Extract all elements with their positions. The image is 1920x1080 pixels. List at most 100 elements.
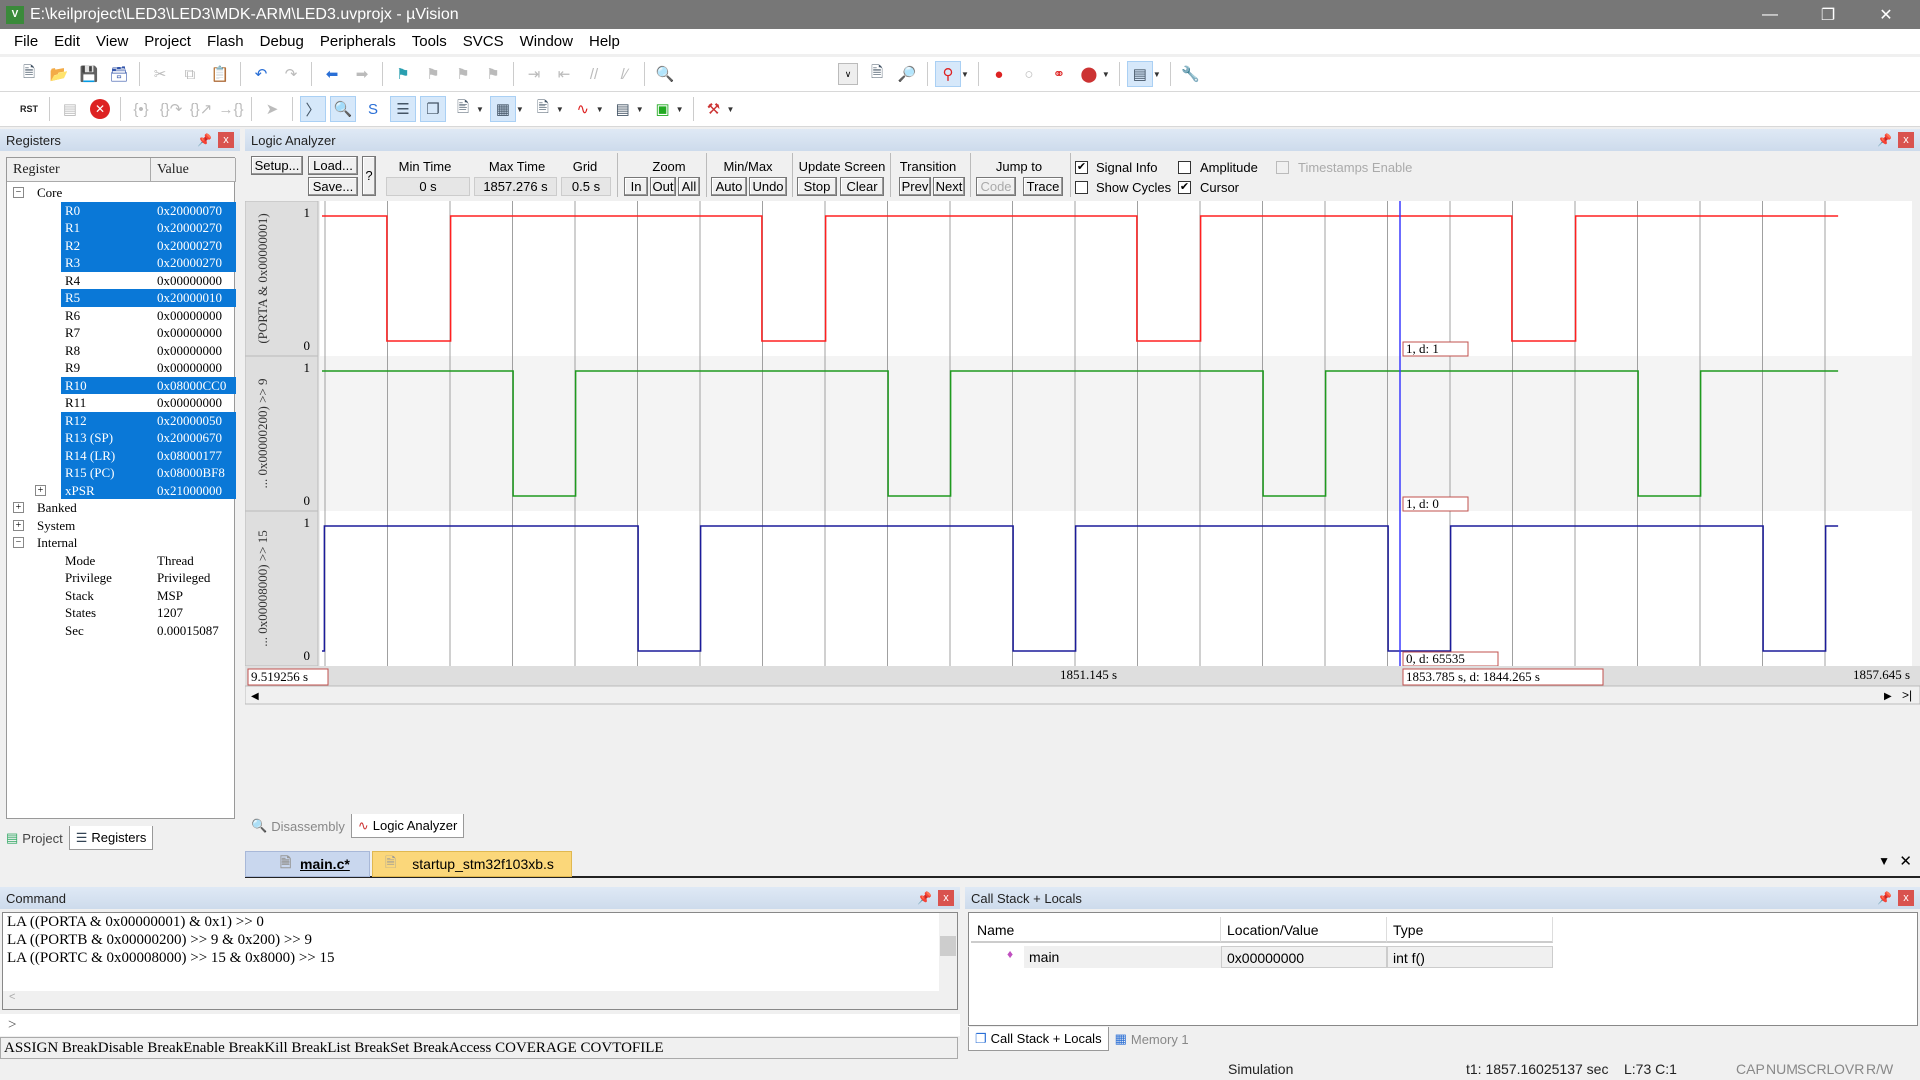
- next-bookmark-icon[interactable]: ⚑: [450, 61, 476, 87]
- signal-info-checkbox[interactable]: ✔: [1075, 161, 1088, 174]
- register-row[interactable]: R10 0x08000CC0: [7, 376, 236, 394]
- register-row[interactable]: R0 0x20000070: [7, 201, 236, 219]
- menu-tools[interactable]: Tools: [404, 33, 455, 50]
- help-button[interactable]: ?: [362, 156, 376, 196]
- debug-session-icon[interactable]: ⚲: [935, 61, 961, 87]
- tab-project[interactable]: ▤ Project: [0, 826, 69, 850]
- register-value[interactable]: 0x20000270: [157, 237, 222, 255]
- tab-startup-file[interactable]: 🗎 startup_stm32f103xb.s: [372, 851, 572, 877]
- register-group[interactable]: + Banked: [7, 499, 236, 517]
- callstack-name[interactable]: main: [1024, 946, 1221, 968]
- register-value[interactable]: 0x00000000: [157, 272, 222, 290]
- register-value[interactable]: MSP: [157, 587, 183, 605]
- redo-icon[interactable]: ↷: [278, 61, 304, 87]
- paste-icon[interactable]: 📋: [207, 61, 233, 87]
- menu-window[interactable]: Window: [512, 33, 581, 50]
- watch-windows-icon[interactable]: 🖹: [450, 96, 476, 122]
- zoom-in-button[interactable]: In: [624, 177, 648, 196]
- scroll-left-icon[interactable]: ◀: [251, 691, 259, 702]
- register-row[interactable]: R1 0x20000270: [7, 219, 236, 237]
- register-value[interactable]: 0.00015087: [157, 622, 219, 640]
- load-button[interactable]: Load...: [308, 156, 358, 175]
- save-all-icon[interactable]: 🗃: [106, 61, 132, 87]
- system-viewer-icon[interactable]: ▣: [650, 96, 676, 122]
- register-group[interactable]: − Core: [7, 184, 236, 202]
- save-icon[interactable]: 💾: [76, 61, 102, 87]
- register-value[interactable]: Thread: [157, 552, 194, 570]
- register-row[interactable]: Mode Thread: [7, 552, 236, 570]
- register-value[interactable]: 0x20000270: [157, 219, 222, 237]
- menu-help[interactable]: Help: [581, 33, 628, 50]
- horizontal-scrollbar[interactable]: [245, 685, 1920, 705]
- configure-icon[interactable]: 🔧: [1178, 61, 1204, 87]
- memory-windows-icon[interactable]: ▦: [489, 96, 516, 122]
- disable-breakpoint-icon[interactable]: ○: [1016, 61, 1042, 87]
- analysis-windows-icon[interactable]: ∿: [570, 96, 596, 122]
- window-layout-icon[interactable]: ▤: [1126, 61, 1153, 87]
- find-in-files-icon[interactable]: 🔍: [652, 61, 678, 87]
- undo-icon[interactable]: ↶: [248, 61, 274, 87]
- pin-icon[interactable]: 📌: [1877, 891, 1892, 905]
- close-logic-analyzer-button[interactable]: x: [1898, 132, 1914, 148]
- clear-bookmarks-icon[interactable]: ⚑: [480, 61, 506, 87]
- register-value[interactable]: 0x00000000: [157, 342, 222, 360]
- undo-button[interactable]: Undo: [749, 177, 787, 196]
- register-value[interactable]: 0x00000000: [157, 307, 222, 325]
- column-header-register[interactable]: Register: [7, 158, 151, 182]
- cursor-checkbox[interactable]: ✔: [1178, 181, 1191, 194]
- menu-view[interactable]: View: [88, 33, 136, 50]
- stop-button[interactable]: Stop: [797, 177, 837, 196]
- search-combo-dropdown[interactable]: ∨: [838, 63, 858, 85]
- register-row[interactable]: + xPSR 0x21000000: [7, 481, 236, 499]
- step-into-icon[interactable]: {•}: [128, 96, 154, 122]
- register-row[interactable]: R7 0x00000000: [7, 324, 236, 342]
- register-row[interactable]: R2 0x20000270: [7, 236, 236, 255]
- trace-windows-icon[interactable]: ▤: [610, 96, 636, 122]
- pin-icon[interactable]: 📌: [917, 891, 932, 905]
- registers-window-icon[interactable]: ☰: [390, 96, 416, 122]
- zoom-out-button[interactable]: Out: [650, 177, 676, 196]
- close-call-stack-button[interactable]: x: [1898, 890, 1914, 906]
- close-command-button[interactable]: x: [938, 890, 954, 906]
- show-next-statement-icon[interactable]: ➤: [259, 96, 285, 122]
- prev-transition-button[interactable]: Prev: [899, 177, 931, 196]
- tab-call-stack-locals[interactable]: ❐ Call Stack + Locals: [968, 1027, 1109, 1051]
- menu-svcs[interactable]: SVCS: [455, 33, 512, 50]
- comment-icon[interactable]: //: [581, 61, 607, 87]
- jump-code-button[interactable]: Code: [976, 177, 1016, 196]
- register-value[interactable]: 0x00000000: [157, 359, 222, 377]
- close-tab-icon[interactable]: ✕: [1899, 852, 1912, 870]
- waveform-display[interactable]: (PORTA & 0x00000001) 1 0 ... 0x00000200) >>…: [245, 201, 1920, 814]
- collapse-icon[interactable]: −: [13, 187, 24, 198]
- close-registers-button[interactable]: x: [218, 132, 234, 148]
- new-file-icon[interactable]: 🗎: [16, 61, 42, 87]
- tab-main-c[interactable]: 🗎 main.c*: [245, 851, 370, 877]
- tab-registers[interactable]: ☰ Registers: [68, 826, 154, 850]
- run-icon[interactable]: ▤: [57, 96, 83, 122]
- jump-trace-button[interactable]: Trace: [1023, 177, 1063, 196]
- nav-back-icon[interactable]: ⬅: [319, 61, 345, 87]
- step-out-icon[interactable]: {}↗: [188, 96, 214, 122]
- command-window-icon[interactable]: 〉: [300, 96, 326, 122]
- cut-icon[interactable]: ✂: [147, 61, 173, 87]
- kill-all-breakpoints-icon[interactable]: ⬤: [1076, 61, 1102, 87]
- column-header-type[interactable]: Type: [1387, 917, 1553, 943]
- call-stack-window-icon[interactable]: ❐: [420, 96, 446, 122]
- register-row[interactable]: Stack MSP: [7, 587, 236, 605]
- indent-icon[interactable]: ⇥: [521, 61, 547, 87]
- run-to-cursor-icon[interactable]: →{}: [218, 96, 244, 122]
- register-row[interactable]: R8 0x00000000: [7, 342, 236, 360]
- save-button[interactable]: Save...: [308, 177, 358, 196]
- restore-button[interactable]: ❐: [1800, 0, 1856, 29]
- show-cycles-checkbox[interactable]: [1075, 181, 1088, 194]
- register-row[interactable]: R15 (PC) 0x08000BF8: [7, 464, 236, 482]
- register-row[interactable]: R5 0x20000010: [7, 289, 236, 307]
- menu-debug[interactable]: Debug: [252, 33, 312, 50]
- nav-forward-icon[interactable]: ➡: [349, 61, 375, 87]
- incremental-find-icon[interactable]: 🔎: [894, 61, 920, 87]
- serial-windows-icon[interactable]: 🖹: [530, 96, 556, 122]
- scroll-end-icon[interactable]: >|: [1902, 688, 1912, 702]
- register-row[interactable]: States 1207: [7, 604, 236, 622]
- reset-icon[interactable]: RST: [16, 96, 42, 122]
- column-header-value[interactable]: Value: [151, 158, 236, 182]
